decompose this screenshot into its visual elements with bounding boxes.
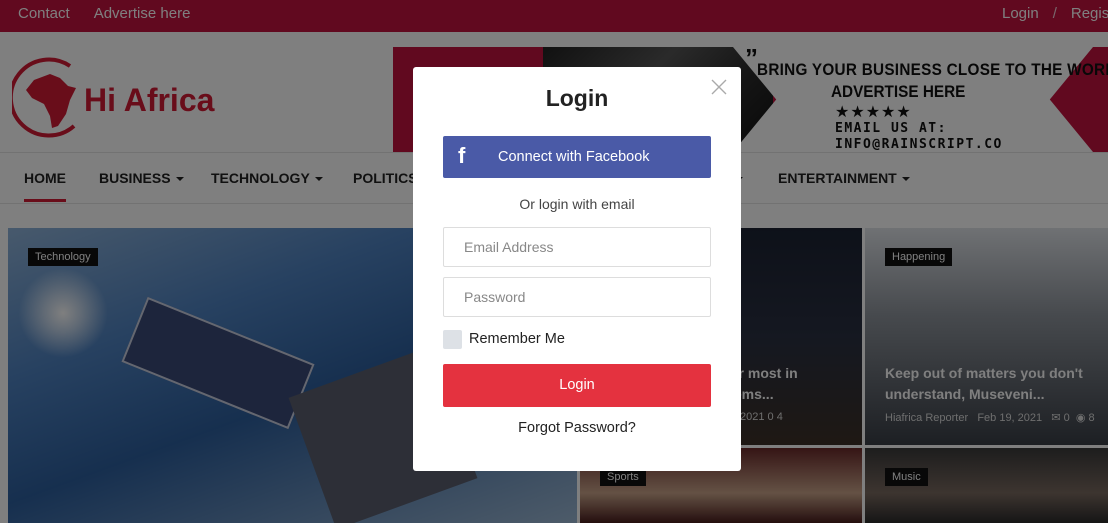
login-button[interactable]: Login bbox=[443, 364, 711, 407]
email-field[interactable] bbox=[443, 227, 711, 267]
facebook-icon: f bbox=[458, 143, 466, 168]
password-field[interactable] bbox=[443, 277, 711, 317]
remember-me[interactable]: Remember Me bbox=[443, 329, 565, 349]
login-modal: Login f Connect with Facebook Or login w… bbox=[413, 67, 741, 471]
facebook-login-button[interactable]: f Connect with Facebook bbox=[443, 136, 711, 178]
remember-label: Remember Me bbox=[469, 331, 565, 347]
modal-title: Login bbox=[545, 85, 609, 111]
facebook-button-label: Connect with Facebook bbox=[498, 149, 650, 165]
forgot-password-link[interactable]: Forgot Password? bbox=[413, 420, 741, 436]
remember-checkbox[interactable] bbox=[443, 329, 462, 349]
or-divider-text: Or login with email bbox=[519, 196, 635, 212]
